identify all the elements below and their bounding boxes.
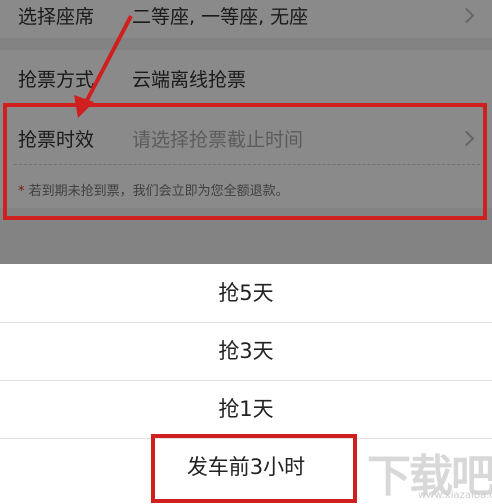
annotation-highlight-option <box>151 434 357 503</box>
annotation-highlight-form <box>3 103 487 220</box>
annotation-arrow-shaft <box>82 15 133 107</box>
watermark-url: www.xiazaiba.com <box>418 490 492 501</box>
option-grab-3-days[interactable]: 抢3天 <box>0 322 492 381</box>
option-grab-1-day[interactable]: 抢1天 <box>0 380 492 439</box>
option-grab-5-days[interactable]: 抢5天 <box>0 264 492 323</box>
